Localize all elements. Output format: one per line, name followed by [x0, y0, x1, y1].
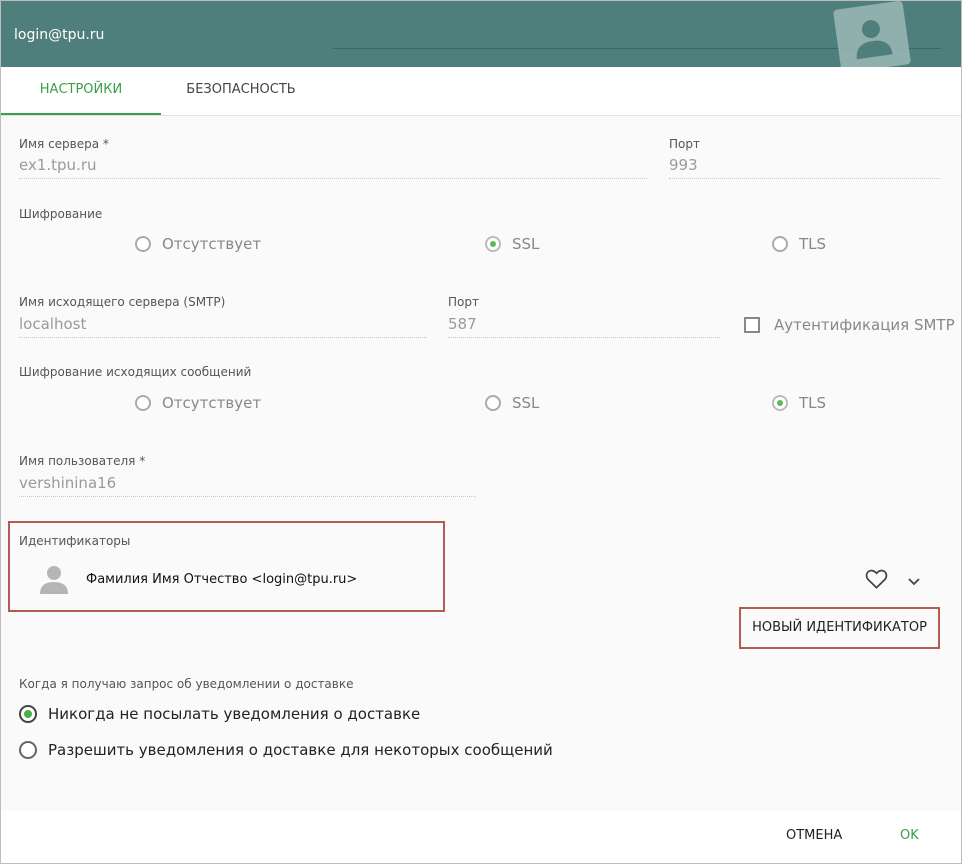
encryption-tls-radio[interactable]: TLS — [772, 235, 826, 253]
person-icon — [40, 566, 68, 594]
port-field[interactable]: 993 — [669, 156, 941, 179]
receipts-some-radio[interactable]: Разрешить уведомления о доставке для нек… — [19, 741, 553, 759]
identity-text: Фамилия Имя Отчество <login@tpu.ru> — [86, 571, 358, 587]
radio-indicator — [135, 395, 151, 411]
dialog-footer: ОТМЕНА OK — [1, 811, 961, 863]
outgoing-encryption-label: Шифрование исходящих сообщений — [19, 365, 252, 379]
username-field[interactable]: vershinina16 — [19, 474, 476, 497]
receipts-never-label: Никогда не посылать уведомления о достав… — [48, 705, 421, 723]
smtp-server-value: localhost — [19, 315, 87, 333]
outgoing-encryption-ssl-radio[interactable]: SSL — [485, 394, 539, 412]
server-name-value: ex1.tpu.ru — [19, 156, 97, 174]
outgoing-encryption-none-radio[interactable]: Отсутствует — [135, 394, 261, 412]
tab-bar: НАСТРОЙКИ БЕЗОПАСНОСТЬ — [1, 67, 961, 116]
encryption-ssl-radio[interactable]: SSL — [485, 235, 539, 253]
outgoing-encryption-tls-label: TLS — [799, 394, 827, 412]
server-name-label: Имя сервера * — [19, 137, 109, 151]
radio-indicator — [485, 395, 501, 411]
radio-indicator — [772, 236, 788, 252]
account-avatar-icon — [832, 1, 912, 67]
port-label: Порт — [669, 137, 700, 151]
smtp-auth-checkbox[interactable]: Аутентификация SMTP — [744, 316, 955, 334]
new-identity-button[interactable]: НОВЫЙ ИДЕНТИФИКАТОР — [741, 609, 938, 647]
receipts-label: Когда я получаю запрос об уведомлении о … — [19, 677, 354, 691]
smtp-server-label: Имя исходящего сервера (SMTP) — [19, 295, 226, 309]
encryption-tls-label: TLS — [799, 235, 827, 253]
identity-item[interactable]: Фамилия Имя Отчество <login@tpu.ru> — [39, 564, 357, 594]
encryption-none-radio[interactable]: Отсутствует — [135, 235, 261, 253]
outgoing-encryption-ssl-label: SSL — [512, 394, 540, 412]
receipts-never-radio[interactable]: Никогда не посылать уведомления о достав… — [19, 705, 420, 723]
receipts-some-label: Разрешить уведомления о доставке для нек… — [48, 741, 553, 759]
smtp-server-field[interactable]: localhost — [19, 315, 427, 338]
radio-indicator — [772, 395, 788, 411]
chevron-down-icon[interactable] — [906, 573, 922, 592]
radio-indicator — [135, 236, 151, 252]
smtp-port-value: 587 — [448, 315, 477, 333]
port-value: 993 — [669, 156, 698, 174]
tab-security[interactable]: БЕЗОПАСНОСТЬ — [161, 67, 321, 115]
radio-indicator — [19, 741, 37, 759]
cancel-button[interactable]: ОТМЕНА — [786, 828, 842, 843]
dialog-title: login@tpu.ru — [14, 27, 105, 43]
smtp-port-field[interactable]: 587 — [448, 315, 720, 338]
ok-button[interactable]: OK — [900, 828, 919, 843]
encryption-label: Шифрование — [19, 207, 103, 221]
identities-label: Идентификаторы — [19, 534, 131, 548]
checkbox-indicator — [744, 317, 760, 333]
radio-indicator — [485, 236, 501, 252]
radio-indicator — [19, 705, 37, 723]
outgoing-encryption-tls-radio[interactable]: TLS — [772, 394, 826, 412]
server-name-field[interactable]: ex1.tpu.ru — [19, 156, 647, 179]
tab-settings[interactable]: НАСТРОЙКИ — [1, 67, 161, 115]
username-value: vershinina16 — [19, 474, 117, 492]
encryption-none-label: Отсутствует — [162, 235, 262, 253]
smtp-auth-label: Аутентификация SMTP — [774, 316, 955, 334]
outgoing-encryption-none-label: Отсутствует — [162, 394, 262, 412]
username-label: Имя пользователя * — [19, 454, 146, 468]
encryption-ssl-label: SSL — [512, 235, 540, 253]
smtp-port-label: Порт — [448, 295, 479, 309]
dialog-header: login@tpu.ru — [1, 1, 961, 67]
account-settings-dialog: login@tpu.ru НАСТРОЙКИ БЕЗОПАСНОСТЬ Имя … — [0, 0, 962, 864]
favorite-heart-icon[interactable] — [865, 568, 888, 594]
